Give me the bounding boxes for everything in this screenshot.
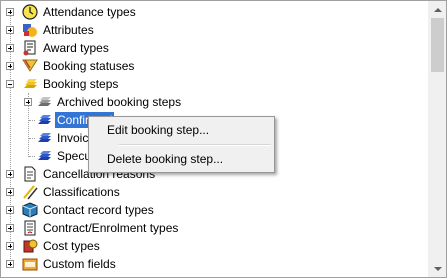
scroll-up-button[interactable] [429,1,446,18]
tree-item-attributes[interactable]: Attributes [1,21,421,39]
edit-booking-step-menu-item[interactable]: Edit booking step... [91,119,272,141]
tree-item-label: Classifications [43,185,120,199]
chevron-down-icon [433,266,442,271]
custom-fields-folder-icon [22,256,38,272]
tree-item-custom-fields[interactable]: Custom fields [1,255,421,273]
archived-steps-grey-icon [36,94,52,110]
delete-booking-step-menu-item[interactable]: Delete booking step... [91,148,272,170]
attributes-shapes-icon [22,22,38,38]
booking-steps-yellow-icon [22,76,38,92]
contract-document-icon [22,220,38,236]
booking-step-blue-icon [36,148,52,164]
tree-item-label: Attendance types [43,5,136,19]
expand-toggle[interactable] [6,206,14,214]
attendance-clock-icon [22,4,38,20]
tree-item-contract-enrolment-types[interactable]: Contract/Enrolment types [1,219,421,237]
scrollbar-thumb[interactable] [431,18,444,72]
tree-item-archived-booking-steps[interactable]: Archived booking steps [1,93,421,111]
menu-separator [119,144,271,146]
cost-coins-icon [22,238,38,254]
expand-toggle[interactable] [6,224,14,232]
tree-item-label: Booking statuses [43,59,135,73]
expand-toggle[interactable] [24,98,32,106]
expand-toggle[interactable] [6,260,14,268]
tree-item-contact-record-types[interactable]: Contact record types [1,201,421,219]
award-scroll-icon [22,40,38,56]
context-menu: Edit booking step... Delete booking step… [88,116,275,173]
tree-item-classifications[interactable]: Classifications [1,183,421,201]
tree-item-label: Custom fields [43,257,116,271]
tree-item-booking-steps[interactable]: Booking steps [1,75,421,93]
expand-toggle[interactable] [6,242,14,250]
tree-connector-line [29,156,35,157]
expand-toggle[interactable] [6,26,14,34]
tree-item-label: Contract/Enrolment types [43,221,179,235]
vertical-scrollbar[interactable] [428,1,446,277]
tree-connector-line [29,138,35,139]
tree-connector-line [29,120,35,121]
tree-item-label: Booking steps [43,77,119,91]
expand-toggle[interactable] [6,44,14,52]
tree-item-attendance-types[interactable]: Attendance types [1,3,421,21]
tree-item-label: Cost types [43,239,100,253]
tree-item-booking-statuses[interactable]: Booking statuses [1,57,421,75]
booking-step-blue-icon [36,130,52,146]
tree-item-label: Attributes [43,23,94,37]
tree-item-label: Contact record types [43,203,154,217]
pencils-icon [22,184,38,200]
expand-toggle[interactable] [6,8,14,16]
scroll-down-button[interactable] [429,260,446,277]
tree-item-label: Award types [43,41,109,55]
booking-step-blue-icon [36,112,52,128]
contact-cube-icon [22,202,38,218]
chevron-up-icon [433,7,442,12]
expand-toggle[interactable] [6,170,14,178]
expand-toggle[interactable] [6,62,14,70]
booking-status-funnel-icon [22,58,38,74]
document-icon [22,166,38,182]
tree-item-cost-types[interactable]: Cost types [1,237,421,255]
tree-item-label: Archived booking steps [57,95,182,109]
collapse-toggle[interactable] [6,80,14,88]
expand-toggle[interactable] [6,188,14,196]
tree-item-award-types[interactable]: Award types [1,39,421,57]
